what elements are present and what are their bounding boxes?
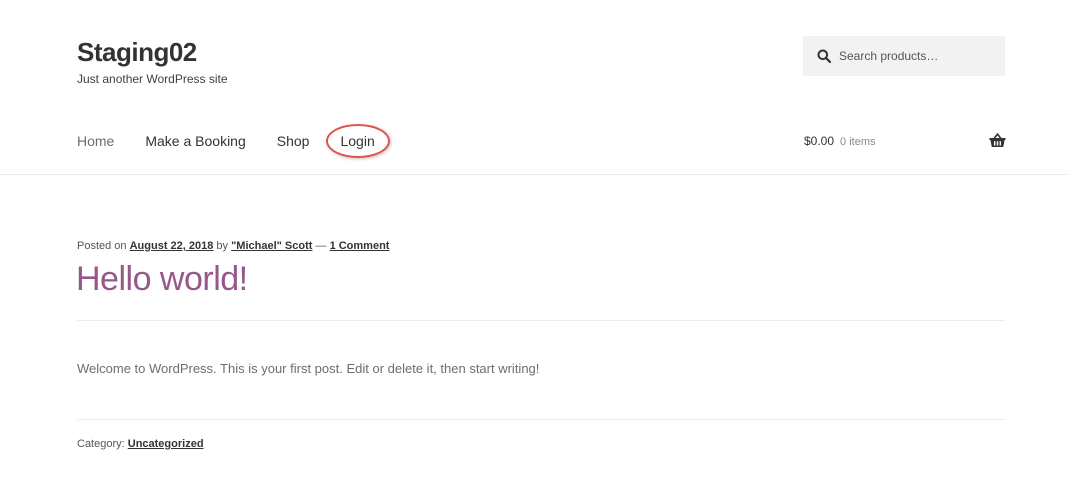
cart-amount: $0.00	[804, 134, 835, 148]
post-category-label: Category:	[77, 438, 128, 450]
post-comments-link[interactable]: 1 Comment	[330, 240, 390, 252]
cart-total[interactable]: $0.00 0 items	[804, 131, 876, 152]
nav-item-login[interactable]: Login	[326, 124, 391, 158]
post-category: Category: Uncategorized	[77, 437, 204, 451]
search-input[interactable]	[839, 49, 999, 63]
site-header: Staging02 Just another WordPress site Ho…	[0, 0, 1068, 175]
post-author-link[interactable]: "Michael" Scott	[231, 240, 312, 252]
nav-item-make-a-booking[interactable]: Make a Booking	[145, 130, 245, 152]
page: Staging02 Just another WordPress site Ho…	[0, 0, 1068, 495]
search-box[interactable]	[803, 36, 1005, 76]
post-content: Welcome to WordPress. This is your first…	[77, 361, 540, 376]
nav-item-home[interactable]: Home	[77, 130, 114, 152]
post-date-link[interactable]: August 22, 2018	[130, 240, 214, 252]
site-title[interactable]: Staging02	[77, 36, 197, 68]
post-header-divider	[77, 320, 1005, 321]
nav-item-login-label: Login	[340, 133, 375, 149]
post-meta-prefix: Posted on	[77, 240, 130, 252]
post-footer-divider	[77, 419, 1005, 420]
basket-icon[interactable]	[989, 133, 1006, 148]
nav-item-shop[interactable]: Shop	[277, 130, 310, 152]
post-meta: Posted on August 22, 2018 by "Michael" S…	[77, 239, 389, 253]
search-icon	[817, 49, 831, 63]
post-meta-dash: —	[312, 240, 330, 252]
post-title[interactable]: Hello world!	[76, 258, 248, 300]
primary-navigation: Home Make a Booking Shop Login	[77, 124, 406, 158]
post-meta-by: by	[213, 240, 232, 252]
post-category-link[interactable]: Uncategorized	[128, 438, 204, 450]
site-tagline: Just another WordPress site	[77, 72, 228, 86]
cart-item-count: 0 items	[840, 136, 876, 148]
